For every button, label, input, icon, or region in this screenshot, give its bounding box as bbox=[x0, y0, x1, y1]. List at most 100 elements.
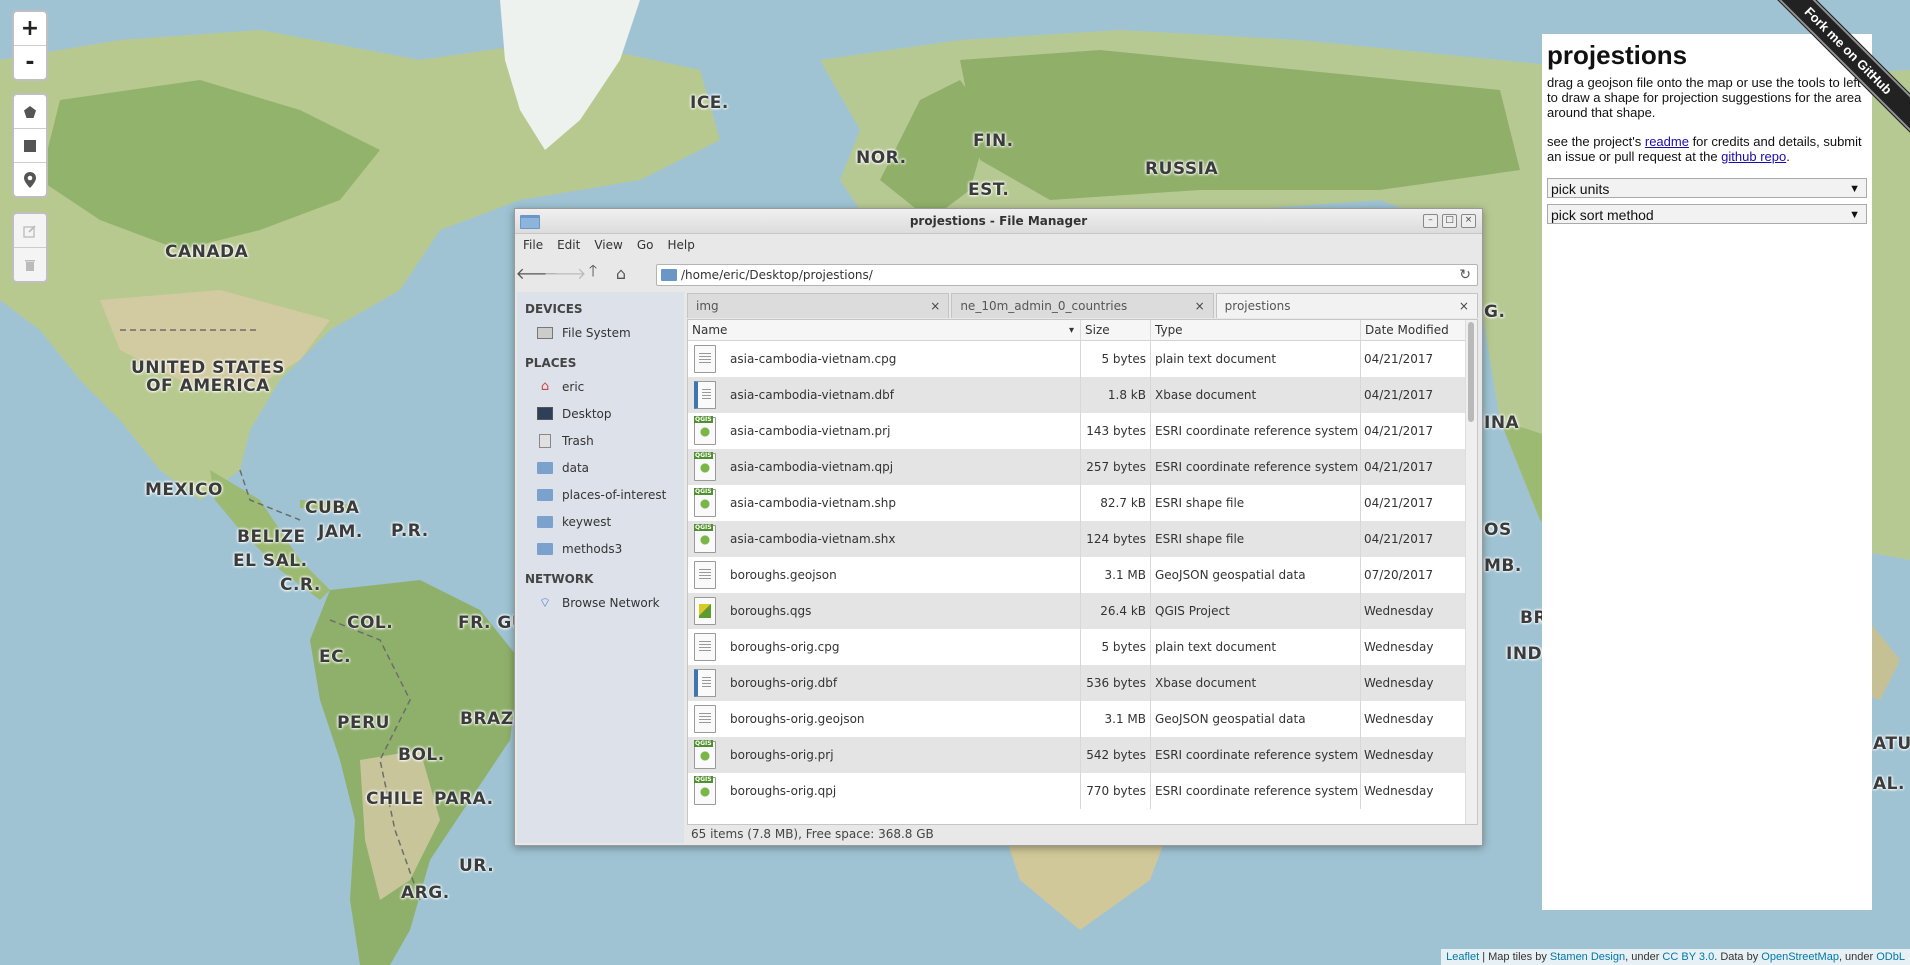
map-label-fin: FIN. bbox=[973, 131, 1014, 151]
map-label-ina: INA bbox=[1484, 413, 1520, 433]
file-row[interactable]: asia-cambodia-vietnam.qpj 257 bytesESRI c… bbox=[688, 449, 1477, 485]
sidebar-item-places-of-interest[interactable]: places-of-interest bbox=[517, 481, 684, 508]
qgis-file-icon bbox=[694, 416, 716, 445]
sidebar-item-data[interactable]: data bbox=[517, 454, 684, 481]
file-size: 26.4 kB bbox=[1081, 593, 1151, 629]
file-name-cell: asia-cambodia-vietnam.shx bbox=[688, 521, 1081, 557]
file-date-modified: Wednesday bbox=[1364, 676, 1434, 690]
location-bar[interactable]: /home/eric/Desktop/projestions/ ↻ bbox=[656, 264, 1478, 286]
edit-layers-button[interactable] bbox=[14, 214, 46, 248]
file-row[interactable]: boroughs-orig.prj 542 bytesESRI coordinat… bbox=[688, 737, 1477, 773]
odbl-link[interactable]: ODbL bbox=[1876, 951, 1905, 963]
file-name: boroughs-orig.geojson bbox=[730, 712, 865, 726]
sidebar-item-file-system[interactable]: File System bbox=[517, 319, 684, 346]
up-button[interactable]: 🡑 bbox=[579, 261, 607, 285]
file-type: ESRI shape file bbox=[1151, 521, 1361, 557]
column-header-type[interactable]: Type bbox=[1151, 320, 1361, 340]
file-name-cell: boroughs.qgs bbox=[688, 593, 1081, 629]
file-row[interactable]: asia-cambodia-vietnam.dbf 1.8 kB Xbase doc… bbox=[688, 377, 1477, 413]
draw-rectangle-button[interactable] bbox=[14, 129, 46, 163]
map-label-cr: C.R. bbox=[280, 575, 321, 595]
tab-projestions[interactable]: projestions × bbox=[1215, 293, 1478, 318]
map-label-chile: CHILE bbox=[366, 789, 424, 809]
reload-icon[interactable]: ↻ bbox=[1459, 267, 1471, 283]
close-tab-icon[interactable]: × bbox=[930, 299, 940, 313]
column-header-date[interactable]: Date Modified bbox=[1361, 320, 1469, 340]
scrollbar-thumb[interactable] bbox=[1468, 322, 1474, 422]
file-name-cell: asia-cambodia-vietnam.dbf bbox=[688, 377, 1081, 413]
file-row[interactable]: boroughs-orig.geojson 3.1 MB GeoJSON geosp… bbox=[688, 701, 1477, 737]
map-label-bol: BOL. bbox=[398, 745, 445, 765]
sidebar-header-places: PLACES bbox=[525, 356, 577, 370]
zoom-in-button[interactable]: + bbox=[14, 12, 46, 46]
sidebar-item-keywest[interactable]: keywest bbox=[517, 508, 684, 535]
maximize-button[interactable]: □ bbox=[1442, 214, 1457, 228]
stamen-link[interactable]: Stamen Design bbox=[1550, 951, 1625, 963]
rectangle-icon bbox=[24, 139, 36, 152]
file-type: QGIS Project bbox=[1151, 593, 1361, 629]
zoom-out-button[interactable]: - bbox=[14, 46, 46, 79]
file-size: 124 bytes bbox=[1081, 521, 1151, 557]
file-row[interactable]: asia-cambodia-vietnam.shp 82.7 kBESRI sha… bbox=[688, 485, 1477, 521]
close-button[interactable]: × bbox=[1461, 214, 1476, 228]
tab-img[interactable]: img × bbox=[687, 293, 950, 318]
file-date-modified: 07/20/2017 bbox=[1364, 568, 1434, 582]
map-label-russia: RUSSIA bbox=[1145, 159, 1219, 179]
delete-layers-button[interactable] bbox=[14, 248, 46, 281]
sidebar-item-browse-network[interactable]: ⌔ Browse Network bbox=[517, 589, 684, 616]
map-label-usa: UNITED STATES OF AMERICA bbox=[131, 358, 285, 396]
menu-file[interactable]: File bbox=[523, 238, 543, 252]
file-row[interactable]: boroughs-orig.qpj 770 bytesESRI coordinat… bbox=[688, 773, 1477, 809]
file-type: GeoJSON geospatial data bbox=[1151, 557, 1361, 593]
map-attribution: Leaflet | Map tiles by Stamen Design, un… bbox=[1441, 949, 1910, 965]
map-label-col: COL. bbox=[347, 613, 394, 633]
column-header-name[interactable]: Name ▾ bbox=[688, 320, 1081, 340]
menu-view[interactable]: View bbox=[594, 238, 622, 252]
readme-link[interactable]: readme bbox=[1645, 134, 1689, 149]
map-label-jam: JAM. bbox=[318, 522, 363, 542]
map-label-ice: ICE. bbox=[690, 93, 729, 113]
file-row[interactable]: boroughs.geojson 3.1 MB GeoJSON geospatial… bbox=[688, 557, 1477, 593]
draw-polygon-button[interactable] bbox=[14, 95, 46, 129]
tab-ne-10m-admin-0-countries[interactable]: ne_10m_admin_0_countries × bbox=[951, 293, 1214, 318]
sidebar-item-eric[interactable]: ⌂ eric bbox=[517, 373, 684, 400]
file-date-modified: 04/21/2017 bbox=[1364, 496, 1434, 510]
location-path[interactable]: /home/eric/Desktop/projestions/ bbox=[681, 268, 873, 282]
file-row[interactable]: boroughs.qgs 26.4 kB QGIS Project Wednesday bbox=[688, 593, 1477, 629]
map-label-mexico: MEXICO bbox=[145, 480, 223, 500]
sidebar-item-trash[interactable]: Trash bbox=[517, 427, 684, 454]
sidebar-item-desktop[interactable]: Desktop bbox=[517, 400, 684, 427]
close-tab-icon[interactable]: × bbox=[1459, 299, 1469, 313]
file-name: boroughs.geojson bbox=[730, 568, 837, 582]
menu-go[interactable]: Go bbox=[637, 238, 654, 252]
file-name: asia-cambodia-vietnam.shp bbox=[730, 496, 896, 510]
minimize-button[interactable]: – bbox=[1423, 214, 1438, 228]
draw-marker-button[interactable] bbox=[14, 163, 46, 196]
fork-me-ribbon[interactable]: Fork me on GitHub bbox=[1750, 0, 1910, 153]
file-row[interactable]: asia-cambodia-vietnam.cpg 5 bytes plain te… bbox=[688, 341, 1477, 377]
file-row[interactable]: asia-cambodia-vietnam.prj 143 bytesESRI c… bbox=[688, 413, 1477, 449]
window-title: projestions - File Manager bbox=[909, 214, 1088, 228]
units-select[interactable]: pick units ▼ bbox=[1547, 178, 1867, 198]
file-size: 82.7 kB bbox=[1081, 485, 1151, 521]
fork-ribbon-container: Fork me on GitHub bbox=[1750, 0, 1910, 160]
file-row[interactable]: asia-cambodia-vietnam.shx 124 bytesESRI s… bbox=[688, 521, 1477, 557]
scrollbar[interactable] bbox=[1465, 320, 1477, 824]
folder-icon bbox=[537, 488, 553, 502]
window-titlebar[interactable]: projestions - File Manager – □ × bbox=[515, 209, 1482, 234]
sidebar-item-methods3[interactable]: methods3 bbox=[517, 535, 684, 562]
column-header-size[interactable]: Size bbox=[1081, 320, 1151, 340]
leaflet-link[interactable]: Leaflet bbox=[1446, 951, 1479, 963]
menu-help[interactable]: Help bbox=[667, 238, 694, 252]
menu-edit[interactable]: Edit bbox=[557, 238, 580, 252]
sort-method-select[interactable]: pick sort method ▼ bbox=[1547, 204, 1867, 224]
home-button[interactable]: ⌂ bbox=[607, 261, 635, 285]
forward-button[interactable]: 🡒 bbox=[544, 261, 587, 285]
file-name-cell: boroughs-orig.geojson bbox=[688, 701, 1081, 737]
file-row[interactable]: boroughs-orig.cpg 5 bytes plain text docum… bbox=[688, 629, 1477, 665]
ccby-link[interactable]: CC BY 3.0 bbox=[1662, 951, 1714, 963]
close-tab-icon[interactable]: × bbox=[1195, 299, 1205, 313]
file-row[interactable]: boroughs-orig.dbf 536 bytes Xbase document… bbox=[688, 665, 1477, 701]
osm-link[interactable]: OpenStreetMap bbox=[1761, 951, 1839, 963]
menubar: File Edit View Go Help bbox=[515, 234, 1482, 256]
